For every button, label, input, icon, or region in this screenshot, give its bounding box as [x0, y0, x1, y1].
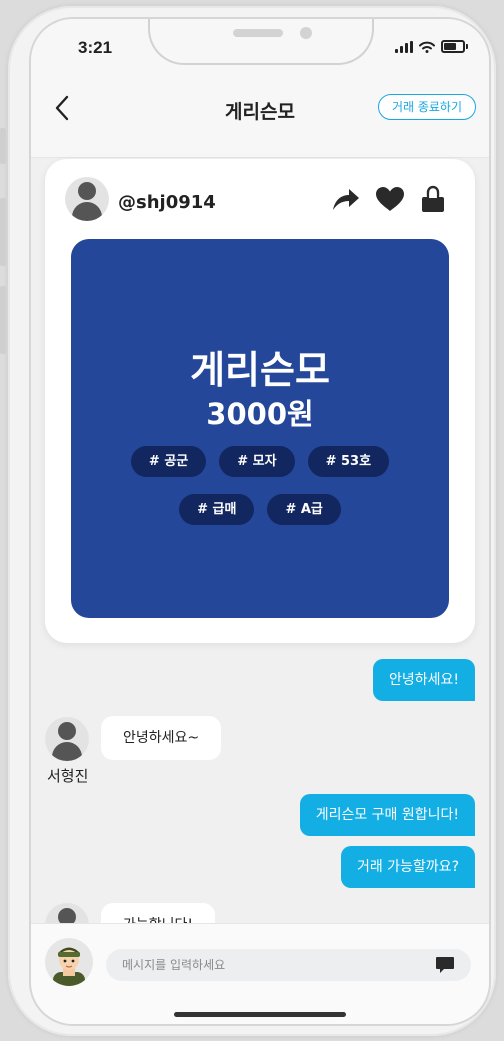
tag-row-1: # 공군 # 모자 # 53호 — [71, 446, 449, 477]
product-image[interactable]: 게리슨모 3000원 # 공군 # 모자 # 53호 # 급매 # A급 — [71, 239, 449, 618]
heart-icon[interactable] — [375, 186, 405, 212]
back-arrow-icon[interactable] — [47, 93, 77, 123]
battery-icon — [441, 40, 468, 53]
my-avatar[interactable] — [45, 938, 93, 986]
tag-row-2: # 급매 # A급 — [71, 494, 449, 525]
wifi-icon — [419, 41, 435, 53]
notch — [148, 19, 374, 65]
seller-avatar[interactable] — [65, 177, 109, 221]
tag-chip[interactable]: # A급 — [267, 494, 341, 525]
volume-up-button — [0, 198, 6, 266]
message-bubble-outgoing: 안녕하세요! — [372, 659, 475, 701]
tag-chip[interactable]: # 모자 — [219, 446, 295, 477]
tag-chip[interactable]: # 급매 — [179, 494, 255, 525]
tag-chip[interactable]: # 공군 — [130, 446, 207, 477]
home-indicator[interactable] — [174, 1012, 346, 1017]
product-name: 게리슨모 — [190, 348, 330, 392]
send-message-icon[interactable] — [435, 956, 455, 974]
signal-icon — [395, 40, 413, 53]
message-input-bar — [31, 923, 489, 1024]
camera — [300, 27, 312, 39]
speaker — [233, 29, 283, 37]
message-bubble-outgoing: 거래 가능할까요? — [340, 846, 475, 888]
sender-avatar[interactable] — [45, 717, 89, 761]
status-time: 3:21 — [78, 38, 113, 57]
tag-chip[interactable]: # 53호 — [307, 446, 390, 477]
seller-handle[interactable]: @shj0914 — [118, 192, 216, 213]
shopping-bag-icon[interactable] — [419, 185, 447, 213]
screen: 3:21 게리슨모 거래 종료하기 @shj0914 게리슨모 3000원 # … — [31, 19, 489, 1024]
product-card[interactable]: @shj0914 게리슨모 3000원 # 공군 # 모자 # 53호 # 급매… — [45, 159, 475, 643]
volume-down-button — [0, 286, 6, 354]
message-input[interactable] — [106, 949, 471, 981]
message-bubble-incoming: 안녕하세요~ — [101, 716, 222, 760]
chat-header: 게리슨모 거래 종료하기 — [31, 79, 489, 158]
status-bar: 3:21 — [31, 19, 489, 79]
product-price: 3000원 — [206, 397, 314, 431]
end-trade-button[interactable]: 거래 종료하기 — [377, 94, 476, 120]
message-bubble-outgoing: 게리슨모 구매 원합니다! — [299, 794, 475, 836]
sender-name: 서형진 — [47, 767, 89, 785]
share-icon[interactable] — [331, 186, 361, 212]
status-icons — [395, 40, 468, 53]
mute-switch — [0, 128, 6, 164]
card-actions — [331, 185, 447, 213]
